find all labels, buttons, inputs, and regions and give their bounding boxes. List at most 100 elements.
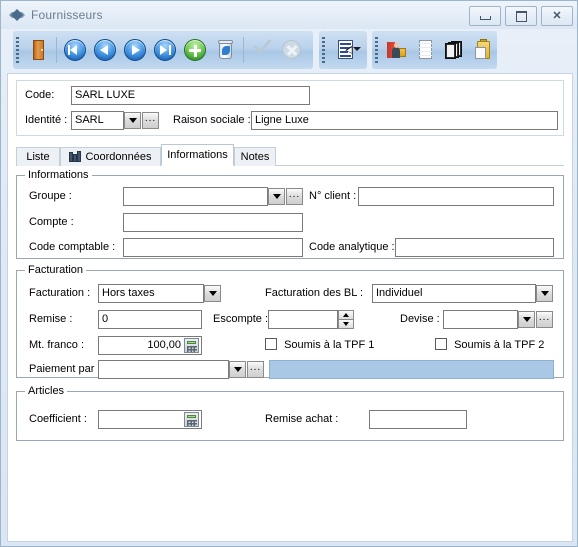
next-record-button[interactable] xyxy=(120,34,150,66)
form-client-area: Code: SARL LUXE Identité : SARL ... Rais… xyxy=(7,73,573,542)
facturation-label: Facturation : xyxy=(29,287,91,299)
tab-label: Notes xyxy=(240,151,270,163)
tab-label: Informations xyxy=(167,149,228,161)
clipboard-folder-icon xyxy=(471,38,495,62)
devise-browse-button[interactable]: ... xyxy=(536,311,553,328)
first-record-button[interactable] xyxy=(60,34,90,66)
toolbar-separator xyxy=(56,37,57,63)
code-comptable-input[interactable] xyxy=(123,238,303,257)
window-titlebar: Fournisseurs ✕ xyxy=(1,1,577,29)
last-record-button[interactable] xyxy=(150,34,180,66)
restore-icon xyxy=(515,10,527,22)
facturation-caption: Facturation xyxy=(25,264,87,276)
paiement-par-dropdown-button[interactable] xyxy=(229,361,246,378)
escompte-input[interactable] xyxy=(268,310,338,329)
raison-sociale-input[interactable]: Ligne Luxe xyxy=(251,111,558,130)
tab-informations[interactable]: Informations xyxy=(161,144,234,166)
delete-record-button[interactable] xyxy=(210,34,240,66)
raison-sociale-label: Raison sociale : xyxy=(173,114,251,126)
facturation-combo-input[interactable]: Hors taxes xyxy=(98,284,204,303)
exit-button[interactable] xyxy=(23,34,53,66)
main-toolbar xyxy=(1,29,577,71)
orders-button[interactable] xyxy=(468,34,497,66)
groupe-combo-input[interactable] xyxy=(123,187,268,206)
tab-notes[interactable]: Notes xyxy=(234,147,276,166)
tabstrip: Liste Coordonnées Informations Notes xyxy=(16,144,564,166)
building-icon xyxy=(69,151,82,163)
remise-label: Remise : xyxy=(29,313,73,325)
devise-dropdown-button[interactable] xyxy=(518,311,535,328)
remise-achat-input[interactable] xyxy=(369,410,467,429)
tpf1-label: Soumis à la TPF 1 xyxy=(284,339,375,351)
articles-caption: Articles xyxy=(25,385,68,397)
contacts-button[interactable] xyxy=(382,34,411,66)
devise-label: Devise : xyxy=(400,313,440,325)
code-label: Code: xyxy=(25,89,55,101)
escompte-spin-up[interactable] xyxy=(338,310,354,319)
numero-client-label: N° client : xyxy=(309,190,357,202)
validate-button[interactable] xyxy=(247,34,277,66)
close-button[interactable]: ✕ xyxy=(541,6,573,26)
escompte-spin-down[interactable] xyxy=(338,319,354,329)
informations-groupbox: Informations Groupe : ... N° client : Co… xyxy=(16,169,564,259)
record-header-box: Code: SARL LUXE Identité : SARL ... Rais… xyxy=(16,80,564,136)
numero-client-input[interactable] xyxy=(358,187,554,206)
cancel-button[interactable] xyxy=(277,34,307,66)
toolbar-grip-3[interactable] xyxy=(375,37,378,63)
add-record-button[interactable] xyxy=(180,34,210,66)
informations-caption: Informations xyxy=(25,169,92,181)
articles-groupbox: Articles Coefficient : Remise achat : xyxy=(16,385,564,441)
tpf1-checkbox[interactable] xyxy=(265,338,277,350)
list-view-button[interactable] xyxy=(329,34,363,66)
identite-combo-input[interactable]: SARL xyxy=(71,111,124,130)
caret-up-icon xyxy=(343,313,349,317)
groupe-dropdown-button[interactable] xyxy=(268,188,285,205)
remise-achat-label: Remise achat : xyxy=(265,413,339,425)
chevron-down-icon xyxy=(540,291,549,296)
facturation-dropdown-button[interactable] xyxy=(204,285,221,302)
chevron-down-icon[interactable] xyxy=(353,47,361,51)
facturation-bl-dropdown-button[interactable] xyxy=(536,285,553,302)
remise-input[interactable]: 0 xyxy=(98,310,202,329)
previous-record-button[interactable] xyxy=(90,34,120,66)
caret-down-icon xyxy=(343,322,349,326)
groupe-label: Groupe : xyxy=(29,190,72,202)
mt-franco-label: Mt. franco : xyxy=(29,339,85,351)
facturation-bl-combo-input[interactable]: Individuel xyxy=(372,284,536,303)
identite-dropdown-button[interactable] xyxy=(124,112,141,129)
toolbar-grip-2[interactable] xyxy=(322,37,325,63)
compte-input[interactable] xyxy=(123,213,303,232)
toolbar-grip[interactable] xyxy=(16,37,19,63)
blank-document-button[interactable] xyxy=(411,34,440,66)
chevron-down-icon xyxy=(208,291,217,296)
groupe-browse-button[interactable]: ... xyxy=(286,188,303,205)
tab-coordonnees[interactable]: Coordonnées xyxy=(60,147,161,166)
code-analytique-input[interactable] xyxy=(395,238,554,257)
devise-combo-input[interactable] xyxy=(443,310,518,329)
last-record-icon xyxy=(153,38,177,62)
tab-label: Coordonnées xyxy=(85,151,152,163)
code-analytique-label: Code analytique : xyxy=(309,241,395,253)
mt-franco-calculator-button[interactable] xyxy=(184,338,199,353)
compte-label: Compte : xyxy=(29,216,74,228)
toolbar-group-views xyxy=(319,31,367,69)
tab-liste[interactable]: Liste xyxy=(16,147,60,166)
blank-page-icon xyxy=(413,38,437,62)
previous-record-icon xyxy=(93,38,117,62)
identite-browse-button[interactable]: ... xyxy=(142,112,159,129)
escompte-label: Escompte : xyxy=(213,313,269,325)
restore-button[interactable] xyxy=(505,6,537,26)
add-plus-icon xyxy=(183,38,207,62)
code-input[interactable]: SARL LUXE xyxy=(71,86,310,105)
archives-button[interactable] xyxy=(439,34,468,66)
coefficient-calculator-button[interactable] xyxy=(184,412,199,427)
minimize-icon xyxy=(479,16,491,20)
escompte-spinner[interactable] xyxy=(338,310,354,329)
tpf2-checkbox[interactable] xyxy=(435,338,447,350)
paiement-par-browse-button[interactable]: ... xyxy=(247,361,264,378)
paiement-par-combo-input[interactable] xyxy=(98,360,229,379)
trash-icon xyxy=(213,38,237,62)
cancel-circle-icon xyxy=(280,38,304,62)
code-comptable-label: Code comptable : xyxy=(29,241,116,253)
minimize-button[interactable] xyxy=(469,6,501,26)
